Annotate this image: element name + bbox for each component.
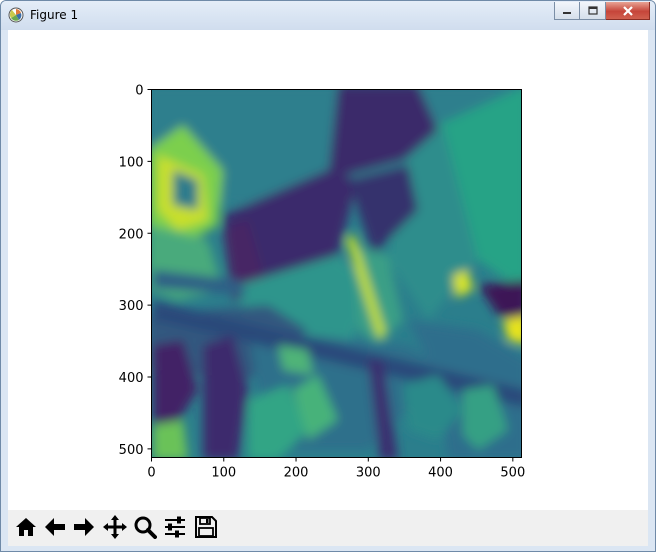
window-title: Figure 1: [30, 8, 79, 22]
x-tick-label: 100: [211, 466, 236, 481]
matplotlib-app-icon: [8, 7, 24, 23]
pan-button[interactable]: [101, 513, 129, 541]
maximize-button[interactable]: [580, 2, 606, 20]
magnifier-icon: [134, 516, 157, 539]
move-icon: [103, 515, 127, 539]
y-tick-label: 0: [135, 84, 143, 99]
forward-button[interactable]: [70, 513, 98, 541]
y-tick-label: 100: [119, 155, 144, 170]
sliders-icon: [165, 516, 185, 538]
maximize-icon: [587, 6, 598, 15]
figure-window: Figure 1 0 100 200 300 400 500 0 100 200…: [0, 0, 656, 552]
x-tick-label: 0: [147, 466, 155, 481]
y-tick-label: 200: [119, 227, 144, 242]
back-button[interactable]: [41, 513, 69, 541]
zoom-button[interactable]: [131, 513, 159, 541]
home-icon: [16, 518, 36, 536]
x-tick-label: 400: [428, 466, 453, 481]
figure-canvas-area: 0 100 200 300 400 500 0 100 200 300 400 500: [8, 30, 648, 546]
title-bar[interactable]: Figure 1: [1, 1, 655, 30]
configure-subplots-button[interactable]: [161, 513, 189, 541]
minimize-icon: [563, 11, 571, 14]
arrow-right-icon: [74, 518, 94, 536]
x-axis: 0 100 200 300 400 500: [147, 457, 525, 481]
navigation-toolbar: [8, 510, 648, 546]
y-tick-label: 400: [119, 371, 144, 386]
close-icon: [622, 5, 633, 16]
heatmap-image: [151, 89, 522, 458]
minimize-button[interactable]: [554, 2, 580, 20]
floppy-icon: [195, 516, 217, 538]
y-tick-label: 300: [119, 299, 144, 314]
close-button[interactable]: [606, 2, 650, 20]
y-tick-label: 500: [119, 443, 144, 458]
image-plot[interactable]: 0 100 200 300 400 500 0 100 200 300 400 500: [8, 30, 648, 510]
y-axis: 0 100 200 300 400 500: [119, 84, 152, 458]
arrow-left-icon: [45, 518, 65, 536]
x-tick-label: 500: [500, 466, 525, 481]
x-tick-label: 200: [284, 466, 309, 481]
x-tick-label: 300: [356, 466, 381, 481]
save-button[interactable]: [192, 513, 220, 541]
home-button[interactable]: [12, 513, 40, 541]
